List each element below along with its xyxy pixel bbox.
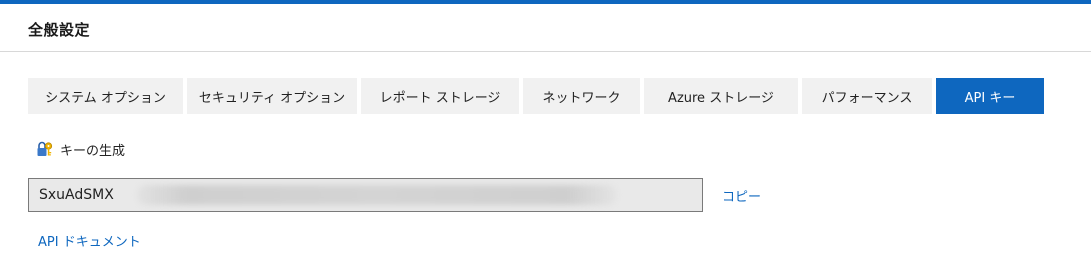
tab-azure-storage[interactable]: Azure ストレージ — [644, 78, 798, 114]
page-header: 全般設定 — [0, 4, 1091, 52]
tab-label: システム オプション — [45, 90, 166, 106]
tab-report-storage[interactable]: レポート ストレージ — [361, 78, 519, 114]
generate-key-button[interactable]: キーの生成 — [36, 139, 125, 159]
lock-key-icon — [36, 140, 54, 158]
tab-performance[interactable]: パフォーマンス — [802, 78, 932, 114]
tab-security-options[interactable]: セキュリティ オプション — [187, 78, 357, 114]
api-key-field[interactable]: SxuAdSMX — [28, 178, 703, 212]
generate-key-label: キーの生成 — [60, 143, 126, 159]
tab-label: Azure ストレージ — [668, 90, 774, 106]
api-key-redaction-blur — [137, 185, 617, 205]
tab-system-options[interactable]: システム オプション — [28, 78, 183, 114]
tab-label: セキュリティ オプション — [198, 90, 346, 106]
general-settings-page: 全般設定 システム オプション セキュリティ オプション レポート ストレージ … — [0, 0, 1091, 278]
api-docs-link[interactable]: API ドキュメント — [38, 231, 141, 250]
api-key-value: SxuAdSMX — [39, 187, 114, 203]
tab-label: パフォーマンス — [821, 90, 913, 106]
tab-api-key[interactable]: API キー — [936, 78, 1044, 114]
tab-label: ネットワーク — [542, 90, 621, 106]
copy-link[interactable]: コピー — [722, 186, 761, 205]
tab-label: レポート ストレージ — [379, 90, 501, 106]
page-title: 全般設定 — [28, 21, 91, 39]
tab-label: API キー — [964, 90, 1016, 106]
tab-network[interactable]: ネットワーク — [523, 78, 640, 114]
